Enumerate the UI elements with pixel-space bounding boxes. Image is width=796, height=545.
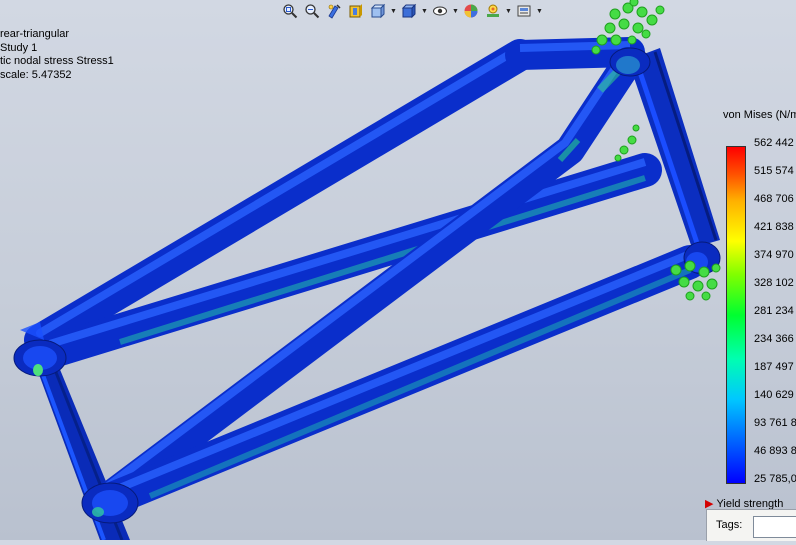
legend-tick: 93 761 8 [754, 417, 796, 429]
legend-tick: 562 442 [754, 137, 794, 149]
edit-appearance-icon[interactable] [461, 1, 481, 21]
display-style-icon[interactable] [399, 1, 419, 21]
heads-up-view-toolbar: ▼ ▼ ▼ ▼ ▼ [280, 0, 543, 22]
legend-tick: 46 893 8 [754, 445, 796, 457]
tags-input[interactable] [753, 516, 796, 538]
model-name: rear-triangular [0, 28, 70, 40]
diagonal-tube [90, 47, 643, 515]
legend-title: von Mises (N/m [723, 109, 796, 121]
legend-tick: 140 629 [754, 389, 794, 401]
legend-tick: 421 838 [754, 221, 794, 233]
legend-tick: 281 234 [754, 305, 794, 317]
legend-tick: 25 785,0 [754, 473, 796, 485]
plot-type: tic nodal stress Stress1 [0, 55, 114, 67]
legend-tick: 374 970 [754, 249, 794, 261]
tags-label: Tags: [716, 519, 743, 531]
tags-panel: Tags: [706, 509, 796, 541]
legend-tick: 515 574 [754, 165, 794, 177]
right-vertical-tube [628, 48, 720, 248]
view-orientation-icon[interactable] [368, 1, 388, 21]
deformation-scale: scale: 5.47352 [0, 68, 72, 81]
legend-tick: 468 706 [754, 193, 794, 205]
bottom-bracket-joint [81, 482, 139, 524]
view-orientation-dropdown-icon[interactable]: ▼ [390, 1, 397, 21]
stress-colorbar [726, 146, 746, 484]
study-name: Study 1 [0, 41, 38, 54]
zoom-to-fit-icon[interactable] [280, 1, 300, 21]
section-view-icon[interactable] [346, 1, 366, 21]
stress-plot-model [13, 0, 721, 541]
view-settings-dropdown-icon[interactable]: ▼ [536, 1, 543, 21]
plot-info-text: rear-triangular Study 1 tic nodal stress… [0, 28, 114, 82]
legend-tick: 234 366 [754, 333, 794, 345]
display-style-dropdown-icon[interactable]: ▼ [421, 1, 428, 21]
legend-tick: 328 102 [754, 277, 794, 289]
graphics-viewport[interactable] [0, 0, 796, 541]
hide-show-items-dropdown-icon[interactable]: ▼ [452, 1, 459, 21]
apply-scene-dropdown-icon[interactable]: ▼ [505, 1, 512, 21]
apply-scene-icon[interactable] [483, 1, 503, 21]
yield-strength-label: Yield strength [716, 497, 784, 510]
zoom-to-area-icon[interactable] [302, 1, 322, 21]
hide-show-items-icon[interactable] [430, 1, 450, 21]
top-right-joint [609, 47, 651, 77]
previous-view-icon[interactable] [324, 1, 344, 21]
view-settings-icon[interactable] [514, 1, 534, 21]
legend-tick: 187 497 [754, 361, 794, 373]
